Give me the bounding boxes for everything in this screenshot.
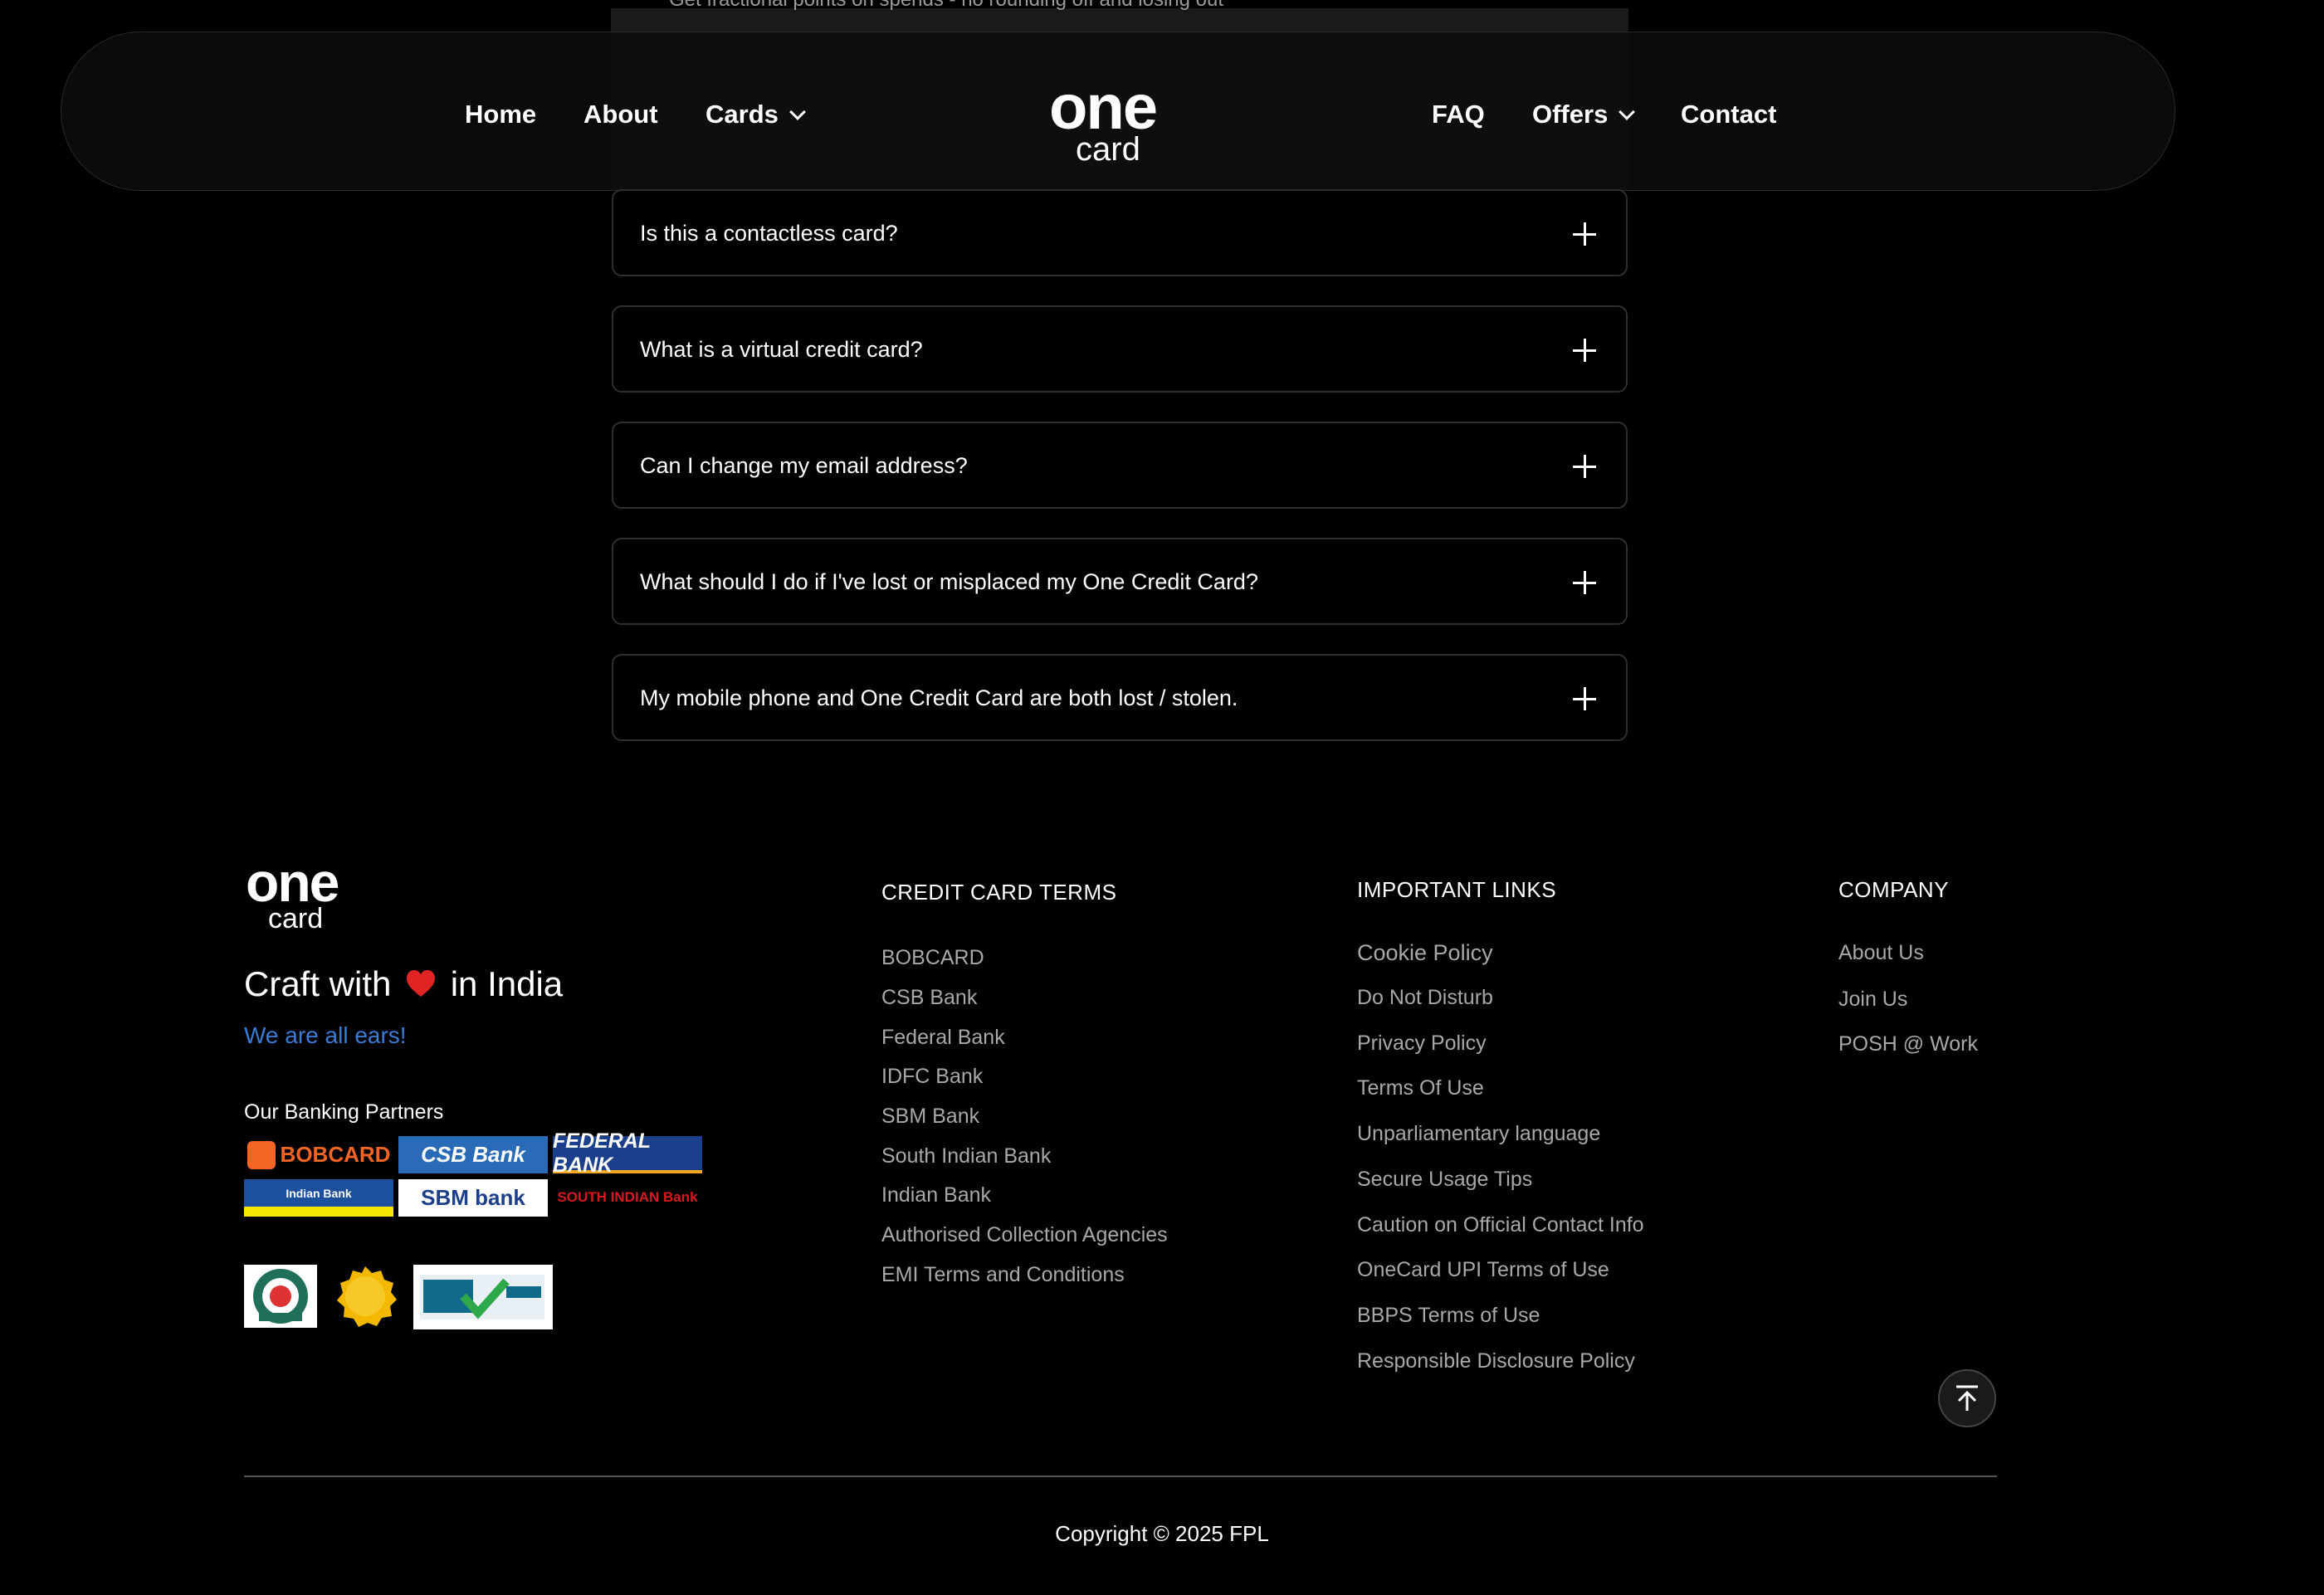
sbm-bank-text: SBM bank xyxy=(421,1185,525,1210)
partners-label: Our Banking Partners xyxy=(244,1100,444,1124)
csb-bank-logo: CSB Bank xyxy=(398,1136,548,1173)
company-title: COMPANY xyxy=(1838,877,1950,902)
copyright: Copyright © 2025 FPL xyxy=(1055,1521,1269,1546)
list-award-badge xyxy=(334,1265,397,1328)
footer-logo-one: one xyxy=(246,851,339,913)
south-indian-bank-logo: SOUTH INDIAN Bank xyxy=(553,1173,702,1220)
plus-icon[interactable] xyxy=(1573,687,1596,710)
cct-link-emi-terms[interactable]: EMI Terms and Conditions xyxy=(881,1263,1125,1287)
il-link-secure-usage[interactable]: Secure Usage Tips xyxy=(1357,1168,1532,1192)
heart-icon xyxy=(406,966,436,997)
footer-divider xyxy=(244,1475,1997,1477)
il-link-cookie[interactable]: Cookie Policy xyxy=(1357,940,1493,966)
cct-link-bobcard[interactable]: BOBCARD xyxy=(881,946,984,970)
arrow-up-icon xyxy=(1956,1385,1978,1411)
cct-link-idfc[interactable]: IDFC Bank xyxy=(881,1065,983,1089)
bobcard-text: BOBCARD xyxy=(280,1142,391,1167)
company-link-about[interactable]: About Us xyxy=(1838,941,1924,965)
faq-cutoff-text: Get fractional points on spends - no rou… xyxy=(669,0,1223,12)
tagline-before: Craft with xyxy=(244,964,392,1003)
faq-item[interactable]: What should I do if I've lost or misplac… xyxy=(612,538,1628,625)
cct-link-south-indian[interactable]: South Indian Bank xyxy=(881,1144,1051,1168)
sbm-bank-logo: SBM bank xyxy=(398,1179,548,1217)
faq-question: My mobile phone and One Credit Card are … xyxy=(640,685,1238,710)
iso-certified-badge xyxy=(244,1265,317,1328)
chevron-down-icon xyxy=(788,104,806,120)
nav-cards[interactable]: Cards xyxy=(706,100,806,129)
nav-cards-label: Cards xyxy=(706,100,779,129)
faq-item[interactable]: Can I change my email address? xyxy=(612,422,1628,509)
indian-bank-text: Indian Bank xyxy=(286,1186,352,1200)
south-indian-bank-text: SOUTH INDIAN Bank xyxy=(557,1188,698,1205)
indian-bank-logo: Indian Bank xyxy=(244,1179,393,1217)
nav-faq[interactable]: FAQ xyxy=(1432,100,1485,129)
important-links-title: IMPORTANT LINKS xyxy=(1357,877,1557,902)
federal-bank-logo: FEDERAL BANK xyxy=(553,1129,702,1177)
plus-icon[interactable] xyxy=(1573,455,1596,478)
faq-item[interactable]: What is a virtual credit card? xyxy=(612,305,1628,393)
plus-icon[interactable] xyxy=(1573,339,1596,362)
chevron-down-icon xyxy=(1618,104,1636,120)
faq-item[interactable]: My mobile phone and One Credit Card are … xyxy=(612,654,1628,741)
nav-offers[interactable]: Offers xyxy=(1532,100,1636,129)
credit-card-terms-title: CREDIT CARD TERMS xyxy=(881,880,1117,905)
faq-question: What should I do if I've lost or misplac… xyxy=(640,569,1258,594)
nav-offers-label: Offers xyxy=(1532,100,1609,129)
il-link-upi-terms[interactable]: OneCard UPI Terms of Use xyxy=(1357,1258,1609,1282)
il-link-responsible-disclosure[interactable]: Responsible Disclosure Policy xyxy=(1357,1349,1635,1373)
footer-logo[interactable]: one card xyxy=(246,851,339,933)
cct-link-indian[interactable]: Indian Bank xyxy=(881,1183,991,1207)
federal-bank-text: FEDERAL BANK xyxy=(553,1129,651,1177)
tagline-after: in India xyxy=(450,964,564,1003)
cct-link-collection-agencies[interactable]: Authorised Collection Agencies xyxy=(881,1223,1168,1247)
il-link-unparliamentary[interactable]: Unparliamentary language xyxy=(1357,1122,1600,1146)
il-link-dnd[interactable]: Do Not Disturb xyxy=(1357,986,1493,1010)
we-are-all-ears-link[interactable]: We are all ears! xyxy=(244,1022,407,1049)
bobcard-logo: BOBCARD xyxy=(244,1136,393,1173)
company-link-posh[interactable]: POSH @ Work xyxy=(1838,1032,1978,1056)
il-link-caution[interactable]: Caution on Official Contact Info xyxy=(1357,1213,1644,1237)
nav-about[interactable]: About xyxy=(583,100,658,129)
back-to-top-button[interactable] xyxy=(1938,1369,1996,1427)
il-link-bbps-terms[interactable]: BBPS Terms of Use xyxy=(1357,1304,1540,1328)
plus-icon[interactable] xyxy=(1573,222,1596,246)
plus-icon[interactable] xyxy=(1573,571,1596,594)
nav-contact[interactable]: Contact xyxy=(1681,100,1776,129)
pci-dss-badge xyxy=(413,1265,553,1329)
logo-one: one xyxy=(1049,72,1158,143)
faq-question: Can I change my email address? xyxy=(640,453,968,478)
il-link-privacy[interactable]: Privacy Policy xyxy=(1357,1032,1487,1056)
tagline: Craft with in India xyxy=(244,964,563,1004)
faq-item[interactable]: Is this a contactless card? xyxy=(612,189,1628,276)
cct-link-federal[interactable]: Federal Bank xyxy=(881,1026,1005,1050)
faq-question: What is a virtual credit card? xyxy=(640,337,923,362)
cct-link-sbm[interactable]: SBM Bank xyxy=(881,1105,979,1129)
nav-home[interactable]: Home xyxy=(465,100,536,129)
faq-question: Is this a contactless card? xyxy=(640,221,898,246)
cct-link-csb[interactable]: CSB Bank xyxy=(881,986,977,1010)
il-link-terms[interactable]: Terms Of Use xyxy=(1357,1076,1484,1100)
company-link-join[interactable]: Join Us xyxy=(1838,988,1907,1012)
header-logo[interactable]: one card xyxy=(1049,72,1158,167)
csb-bank-text: CSB Bank xyxy=(421,1142,525,1167)
